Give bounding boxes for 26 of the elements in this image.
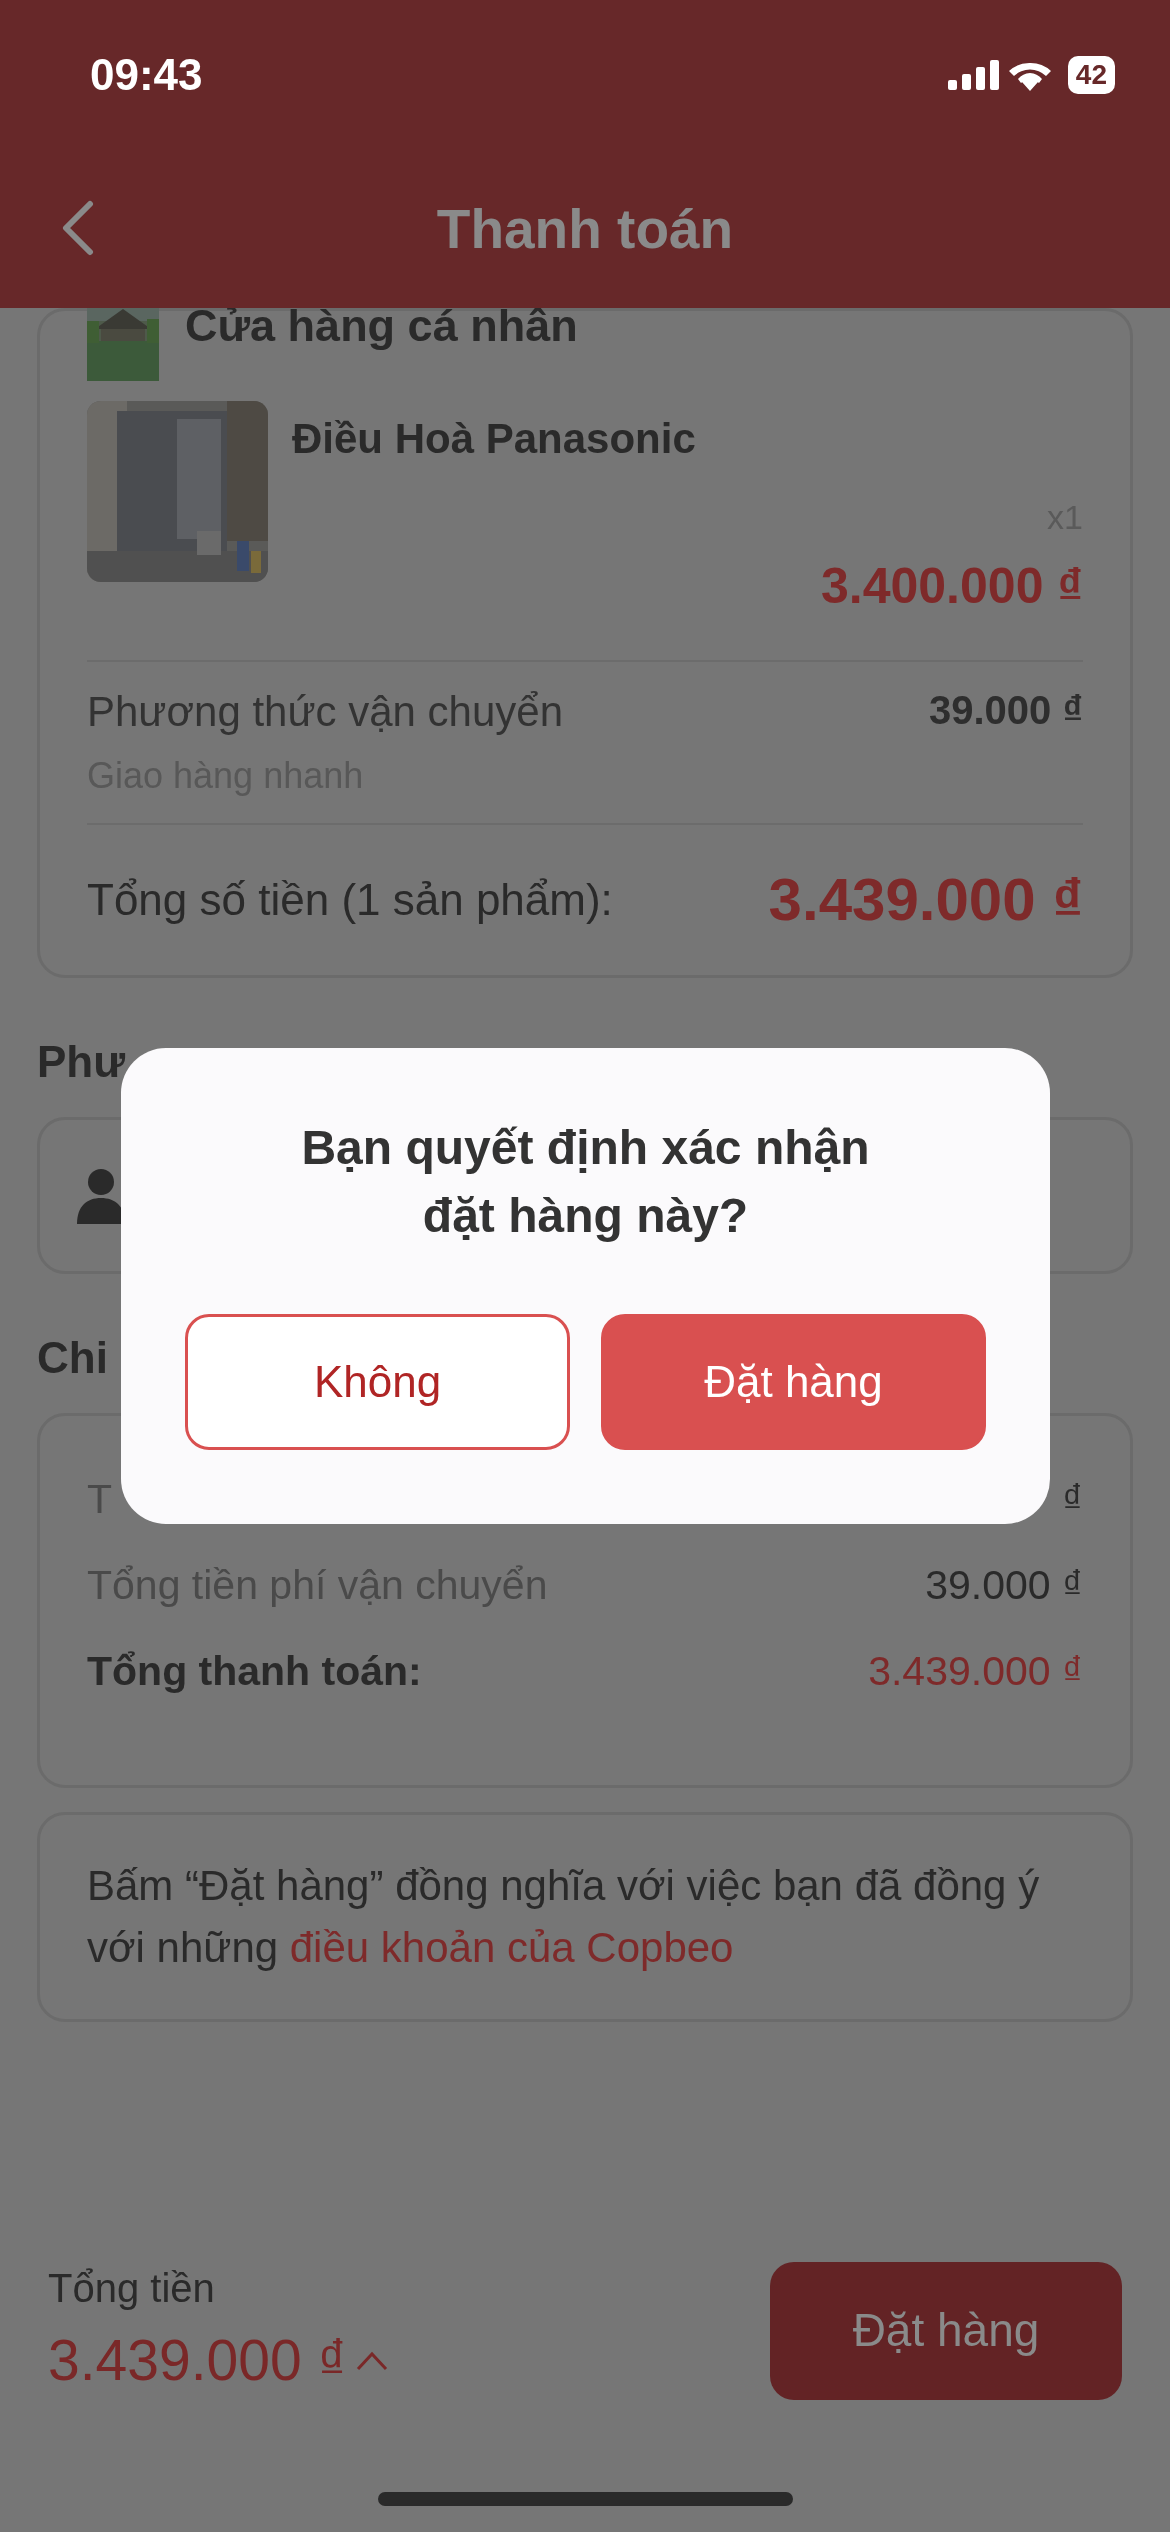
product-price: 3.400.000 ₫ [821,557,1083,616]
shipping-label: Phương thức vận chuyển [87,687,564,737]
total-amount: 3.439.000 ₫ [768,865,1083,935]
chevron-up-icon [354,2349,389,2372]
total-label: Tổng số tiền (1 sản phẩm): [87,874,613,926]
signal-icon [947,60,1000,90]
confirm-button[interactable]: Đặt hàng [601,1314,986,1450]
detail-value: ₫ [1061,1475,1083,1525]
product-name: Điều Hoà Panasonic [292,414,697,464]
total-label: Tổng tiền [48,2265,216,2312]
battery-indicator: 42 [1067,56,1115,94]
screen-title: Thanh toán [436,196,734,262]
detail-value: 39.000 ₫ [925,1561,1083,1611]
detail-value: 3.439.000 ₫ [868,1647,1083,1697]
section-heading: Phư [37,1036,126,1088]
terms-text: Bấm “Đặt hàng” đồng nghĩa với việc bạn đã đồng ý với những điều khoản của Copbeo [87,1861,1041,1973]
status-time: 09:43 [90,49,203,101]
section-heading: Chi [37,1332,108,1384]
dialog-message: Bạn quyết định xác nhận đặt hàng này? [300,1120,871,1244]
total-amount: 3.439.000 ₫ [48,2327,347,2394]
detail-label: Tổng thanh toán: [87,1647,422,1697]
store-name: Cửa hàng cá nhân [185,308,578,354]
cancel-button[interactable]: Không [185,1314,570,1450]
terms-link[interactable]: điều khoản của Copbeo [289,1924,734,1971]
place-order-button[interactable]: Đặt hàng [770,2261,1122,2400]
shipping-fee: 39.000 ₫ [929,687,1083,734]
